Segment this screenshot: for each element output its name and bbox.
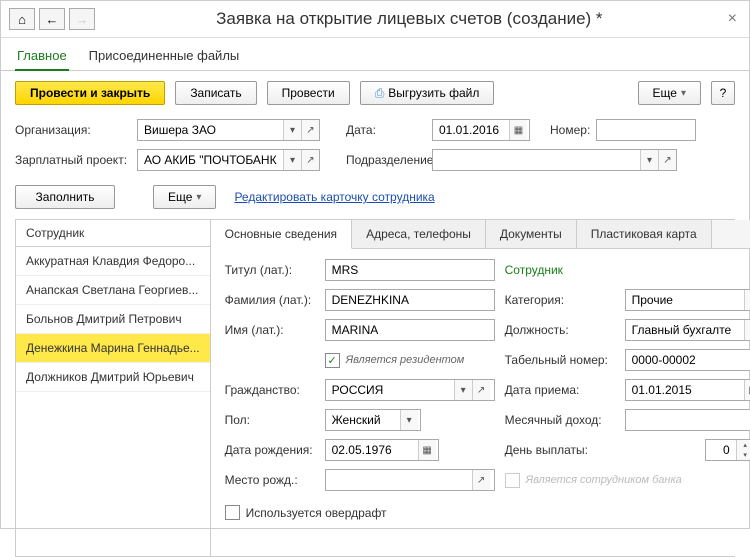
- payday-up[interactable]: ▴: [736, 440, 750, 450]
- overdraft-checkbox[interactable]: [225, 505, 240, 520]
- bankemp-checkbox: [505, 473, 520, 488]
- birth-label: Дата рождения:: [225, 443, 315, 457]
- date-label: Дата:: [346, 123, 426, 137]
- project-open[interactable]: ↗: [301, 150, 319, 170]
- birth-input[interactable]: [326, 440, 418, 460]
- org-label: Организация:: [15, 123, 131, 137]
- export-icon: ⎙: [375, 86, 385, 101]
- post-button[interactable]: Провести: [267, 81, 350, 105]
- payday-down[interactable]: ▾: [736, 450, 750, 460]
- title-lat-input[interactable]: [326, 260, 490, 280]
- category-dropdown[interactable]: ▾: [744, 290, 750, 310]
- income-label: Месячный доход:: [505, 413, 615, 427]
- project-input[interactable]: [138, 150, 283, 170]
- export-button[interactable]: ⎙ Выгрузить файл: [360, 81, 495, 105]
- employee-list-header: Сотрудник: [16, 220, 210, 247]
- more2-button[interactable]: Еще: [153, 185, 216, 209]
- resident-checkbox[interactable]: ✓: [325, 353, 340, 368]
- position-dropdown[interactable]: ▾: [744, 320, 750, 340]
- employee-section-header: Сотрудник: [505, 263, 615, 277]
- list-item[interactable]: Больнов Дмитрий Петрович: [16, 305, 210, 334]
- lastname-label: Фамилия (лат.):: [225, 293, 315, 307]
- project-dropdown[interactable]: ▾: [283, 150, 301, 170]
- post-close-button[interactable]: Провести и закрыть: [15, 81, 165, 105]
- home-button[interactable]: ⌂: [9, 8, 35, 30]
- position-input[interactable]: [626, 320, 744, 340]
- citizen-open[interactable]: ↗: [472, 380, 490, 400]
- date-picker[interactable]: ▦: [509, 120, 527, 140]
- position-label: Должность:: [505, 323, 615, 337]
- detail-tab-docs[interactable]: Документы: [486, 220, 577, 248]
- more-button[interactable]: Еще: [638, 81, 701, 105]
- title-lat-label: Титул (лат.):: [225, 263, 315, 277]
- date-input[interactable]: [433, 120, 509, 140]
- hiredate-input[interactable]: [626, 380, 744, 400]
- detail-tab-addr[interactable]: Адреса, телефоны: [352, 220, 486, 248]
- category-label: Категория:: [505, 293, 615, 307]
- save-button[interactable]: Записать: [175, 81, 256, 105]
- birthplace-label: Место рожд.:: [225, 473, 315, 487]
- org-input[interactable]: [138, 120, 283, 140]
- edit-card-link[interactable]: Редактировать карточку сотрудника: [234, 190, 434, 204]
- citizen-label: Гражданство:: [225, 383, 315, 397]
- gender-label: Пол:: [225, 413, 315, 427]
- gender-dropdown[interactable]: ▾: [400, 410, 418, 430]
- overdraft-label: Используется овердрафт: [246, 506, 387, 520]
- dept-label: Подразделение:: [346, 153, 426, 167]
- income-input[interactable]: [626, 410, 750, 430]
- hiredate-label: Дата приема:: [505, 383, 615, 397]
- employee-list: Сотрудник Аккуратная Клавдия Федоро... А…: [16, 220, 211, 556]
- birth-picker[interactable]: ▦: [418, 440, 436, 460]
- detail-tab-main[interactable]: Основные сведения: [211, 220, 352, 249]
- close-icon[interactable]: ×: [724, 10, 741, 28]
- hiredate-picker[interactable]: ▦: [744, 380, 750, 400]
- category-input[interactable]: [626, 290, 744, 310]
- payday-input[interactable]: [706, 440, 736, 460]
- firstname-label: Имя (лат.):: [225, 323, 315, 337]
- fill-button[interactable]: Заполнить: [15, 185, 115, 209]
- project-label: Зарплатный проект:: [15, 153, 131, 167]
- citizen-dropdown[interactable]: ▾: [454, 380, 472, 400]
- payday-label: День выплаты:: [505, 443, 615, 457]
- dept-dropdown[interactable]: ▾: [640, 150, 658, 170]
- tabnum-label: Табельный номер:: [505, 353, 615, 367]
- page-title: Заявка на открытие лицевых счетов (созда…: [99, 5, 720, 33]
- citizen-input[interactable]: [326, 380, 454, 400]
- org-open[interactable]: ↗: [301, 120, 319, 140]
- number-input[interactable]: [597, 120, 693, 140]
- bankemp-label: Является сотрудником банка: [526, 474, 682, 486]
- resident-label: Является резидентом: [346, 354, 465, 366]
- tab-main[interactable]: Главное: [15, 44, 69, 71]
- birthplace-open[interactable]: ↗: [472, 470, 490, 490]
- tabnum-input[interactable]: [626, 350, 750, 370]
- lastname-input[interactable]: [326, 290, 490, 310]
- dept-input[interactable]: [433, 150, 640, 170]
- back-button[interactable]: ←: [39, 8, 65, 30]
- number-label: Номер:: [550, 123, 590, 137]
- help-button[interactable]: ?: [711, 81, 735, 105]
- detail-tab-card[interactable]: Пластиковая карта: [577, 220, 712, 248]
- list-item[interactable]: Должников Дмитрий Юрьевич: [16, 363, 210, 392]
- dept-open[interactable]: ↗: [658, 150, 676, 170]
- tab-files[interactable]: Присоединенные файлы: [87, 44, 242, 70]
- gender-input[interactable]: [326, 410, 400, 430]
- firstname-input[interactable]: [326, 320, 490, 340]
- list-item[interactable]: Денежкина Марина Геннадье...: [16, 334, 210, 363]
- org-dropdown[interactable]: ▾: [283, 120, 301, 140]
- list-item[interactable]: Анапская Светлана Георгиев...: [16, 276, 210, 305]
- list-item[interactable]: Аккуратная Клавдия Федоро...: [16, 247, 210, 276]
- forward-button: →: [69, 8, 95, 30]
- birthplace-input[interactable]: [326, 470, 472, 490]
